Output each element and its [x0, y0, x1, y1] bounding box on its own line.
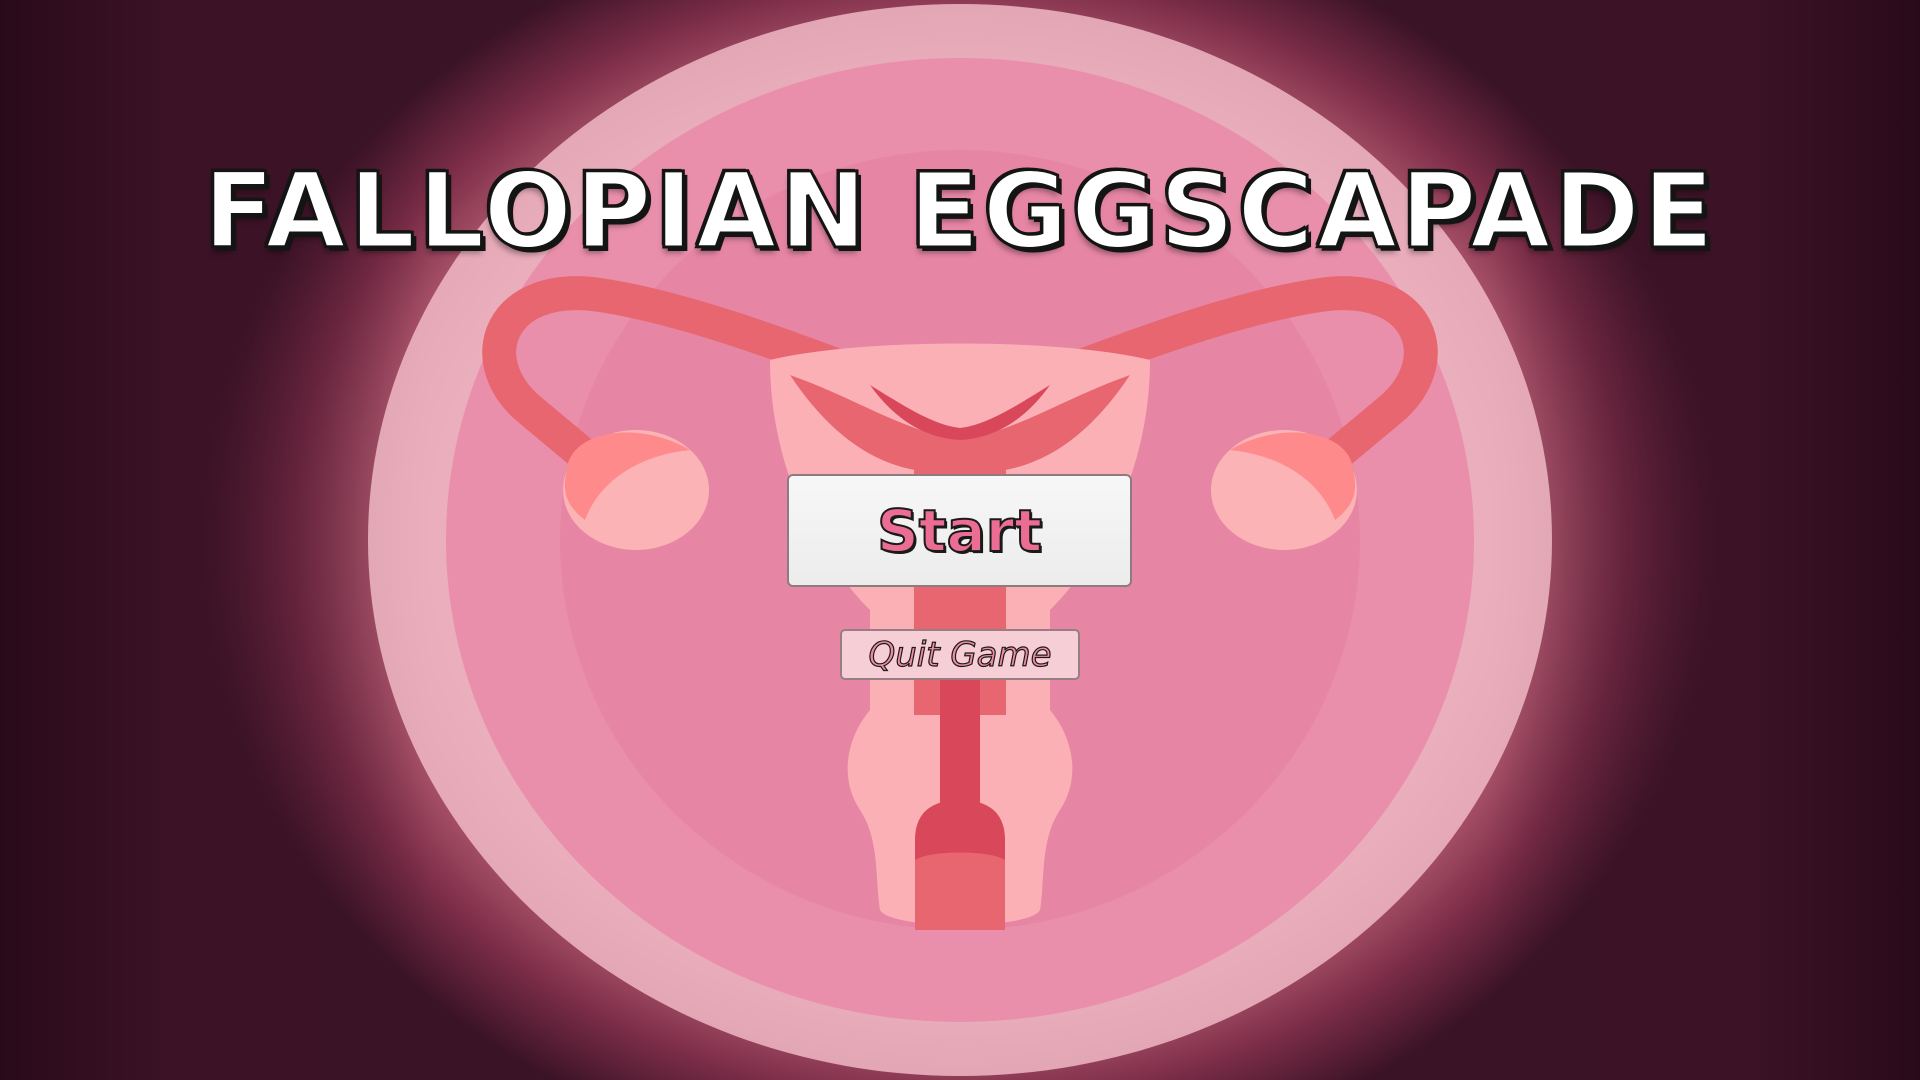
quit-game-button[interactable]: Quit Game	[840, 629, 1080, 680]
main-menu-screen: FALLOPIAN EGGSCAPADE Start Quit Game	[0, 0, 1920, 1080]
cervical-canal-inner	[940, 660, 980, 810]
game-title: FALLOPIAN EGGSCAPADE	[202, 149, 1717, 274]
vaginal-canal-light	[915, 852, 1005, 930]
start-button[interactable]: Start	[787, 474, 1132, 587]
